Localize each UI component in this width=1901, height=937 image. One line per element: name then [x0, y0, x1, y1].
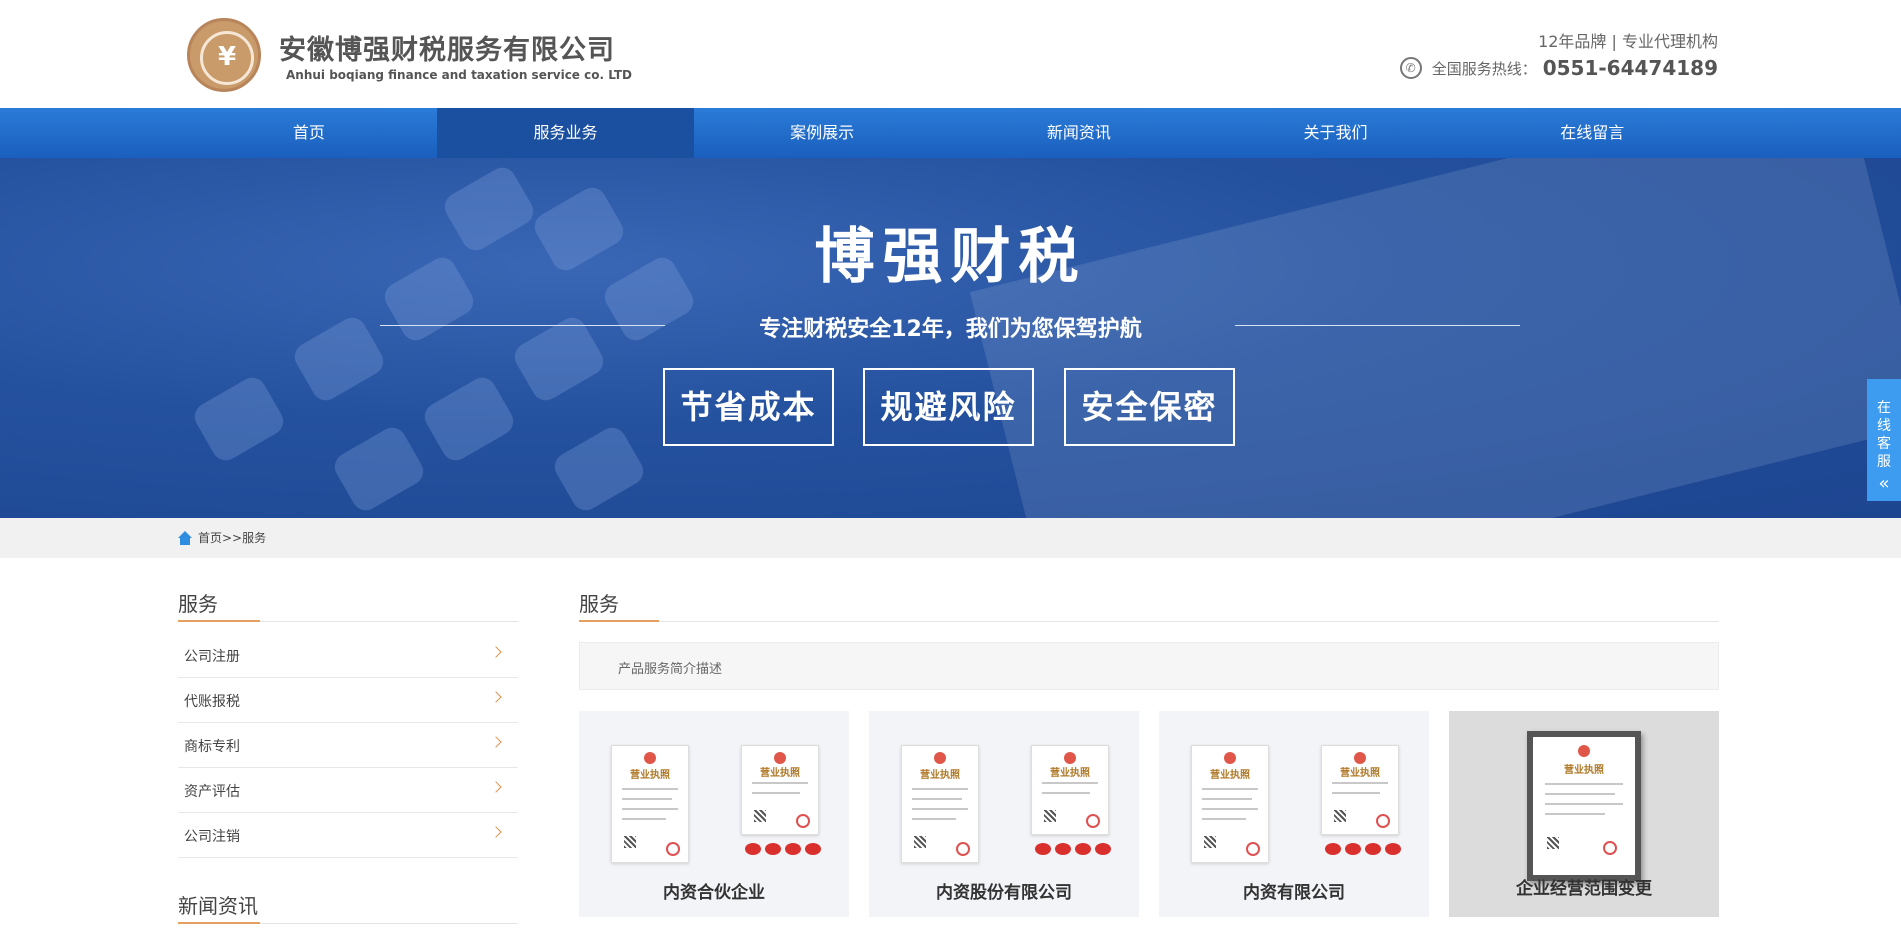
service-card[interactable]: 营业执照 营业执照 内资合伙企业	[579, 711, 849, 917]
company-name-en: Anhui boqiang finance and taxation servi…	[286, 68, 633, 82]
service-card-label: 内资有限公司	[1243, 883, 1345, 903]
site-header: ¥ 安徽博强财税服务有限公司 Anhui boqiang finance and…	[0, 0, 1901, 108]
nav-item-news[interactable]: 新闻资讯	[951, 108, 1208, 158]
nav-item-message[interactable]: 在线留言	[1464, 108, 1721, 158]
hotline-number[interactable]: 0551-64474189	[1543, 56, 1718, 80]
banner-title: 博强财税	[814, 222, 1087, 292]
chevron-right-icon	[490, 691, 502, 703]
sidebar-item-label: 商标专利	[184, 739, 240, 755]
service-card[interactable]: 营业执照 企业经营范围变更	[1449, 711, 1719, 917]
double-chevron-left-icon: «	[1878, 473, 1890, 494]
phone-icon: ✆	[1399, 57, 1422, 79]
service-card[interactable]: 营业执照 营业执照 内资股份有限公司	[869, 711, 1139, 917]
sidebar-news-accent	[178, 922, 260, 924]
sidebar-item-asset-evaluation[interactable]: 资产评估	[178, 769, 518, 813]
business-license-copy-image: 营业执照	[741, 745, 819, 835]
framed-license-image: 营业执照	[1527, 731, 1641, 881]
business-license-image: 营业执照	[611, 745, 689, 863]
banner-divider-right	[1235, 325, 1520, 326]
service-description-box: 产品服务简介描述	[579, 642, 1719, 690]
calculator-key-decoration	[549, 422, 649, 516]
breadcrumb: 首页>>服务	[178, 529, 266, 546]
nav-item-cases[interactable]: 案例展示	[694, 108, 951, 158]
sidebar-item-label: 代账报税	[184, 694, 240, 710]
sidebar-item-company-deregistration[interactable]: 公司注销	[178, 814, 518, 858]
chevron-right-icon	[490, 646, 502, 658]
page: ¥ 安徽博强财税服务有限公司 Anhui boqiang finance and…	[0, 0, 1901, 937]
home-icon	[178, 530, 192, 545]
service-card-label: 企业经营范围变更	[1516, 879, 1652, 899]
service-card-label: 内资合伙企业	[663, 883, 765, 903]
business-license-image: 营业执照	[901, 745, 979, 863]
banner-feature-box: 安全保密	[1064, 368, 1235, 446]
banner-feature-box: 节省成本	[663, 368, 834, 446]
breadcrumb-bar: 首页>>服务	[0, 518, 1901, 558]
calculator-key-decoration	[419, 372, 519, 466]
sidebar-item-bookkeeping[interactable]: 代账报税	[178, 679, 518, 723]
sidebar-item-label: 公司注册	[184, 649, 240, 665]
company-logo[interactable]: ¥	[187, 18, 261, 92]
chevron-right-icon	[490, 781, 502, 793]
chevron-right-icon	[490, 736, 502, 748]
banner-subtitle: 专注财税安全12年，我们为您保驾护航	[759, 317, 1142, 342]
company-name-cn: 安徽博强财税服务有限公司	[279, 35, 615, 66]
service-card[interactable]: 营业执照 营业执照 内资有限公司	[1159, 711, 1429, 917]
sidebar-item-trademark-patent[interactable]: 商标专利	[178, 724, 518, 768]
service-card-label: 内资股份有限公司	[936, 883, 1072, 903]
hotline: ✆ 全国服务热线： 0551-64474189	[1399, 56, 1718, 80]
service-description: 产品服务简介描述	[618, 662, 723, 677]
calculator-key-decoration	[329, 422, 429, 516]
sidebar-item-company-registration[interactable]: 公司注册	[178, 634, 518, 678]
hotline-label: 全国服务热线：	[1431, 59, 1537, 78]
main-nav: 首页 服务业务 案例展示 新闻资讯 关于我们 在线留言	[0, 108, 1901, 158]
main-title: 服务	[579, 592, 619, 616]
online-service-button[interactable]: 在线客服 «	[1867, 379, 1901, 501]
brand-tagline: 12年品牌 | 专业代理机构	[1538, 32, 1718, 51]
main-title-accent	[579, 620, 659, 622]
nav-item-home[interactable]: 首页	[181, 108, 438, 158]
nav-item-about[interactable]: 关于我们	[1207, 108, 1464, 158]
logo-mark-icon: ¥	[217, 42, 237, 72]
sidebar-item-label: 公司注销	[184, 829, 240, 845]
business-license-copy-image: 营业执照	[1031, 745, 1109, 835]
sidebar-title-accent	[178, 620, 260, 622]
breadcrumb-text[interactable]: 首页>>服务	[198, 529, 266, 546]
hero-banner: 博强财税 专注财税安全12年，我们为您保驾护航 节省成本 规避风险 安全保密	[0, 158, 1901, 518]
sidebar-title: 服务	[178, 592, 218, 616]
main-title-rule	[579, 621, 1719, 622]
business-license-image: 营业执照	[1191, 745, 1269, 863]
sidebar-news-title: 新闻资讯	[178, 894, 258, 918]
business-license-copy-image: 营业执照	[1321, 745, 1399, 835]
sidebar-item-label: 资产评估	[184, 784, 240, 800]
nav-item-services[interactable]: 服务业务	[437, 108, 694, 158]
online-service-label: 在线客服	[1877, 400, 1891, 470]
chevron-right-icon	[490, 826, 502, 838]
banner-feature-box: 规避风险	[863, 368, 1034, 446]
calculator-key-decoration	[189, 372, 289, 466]
